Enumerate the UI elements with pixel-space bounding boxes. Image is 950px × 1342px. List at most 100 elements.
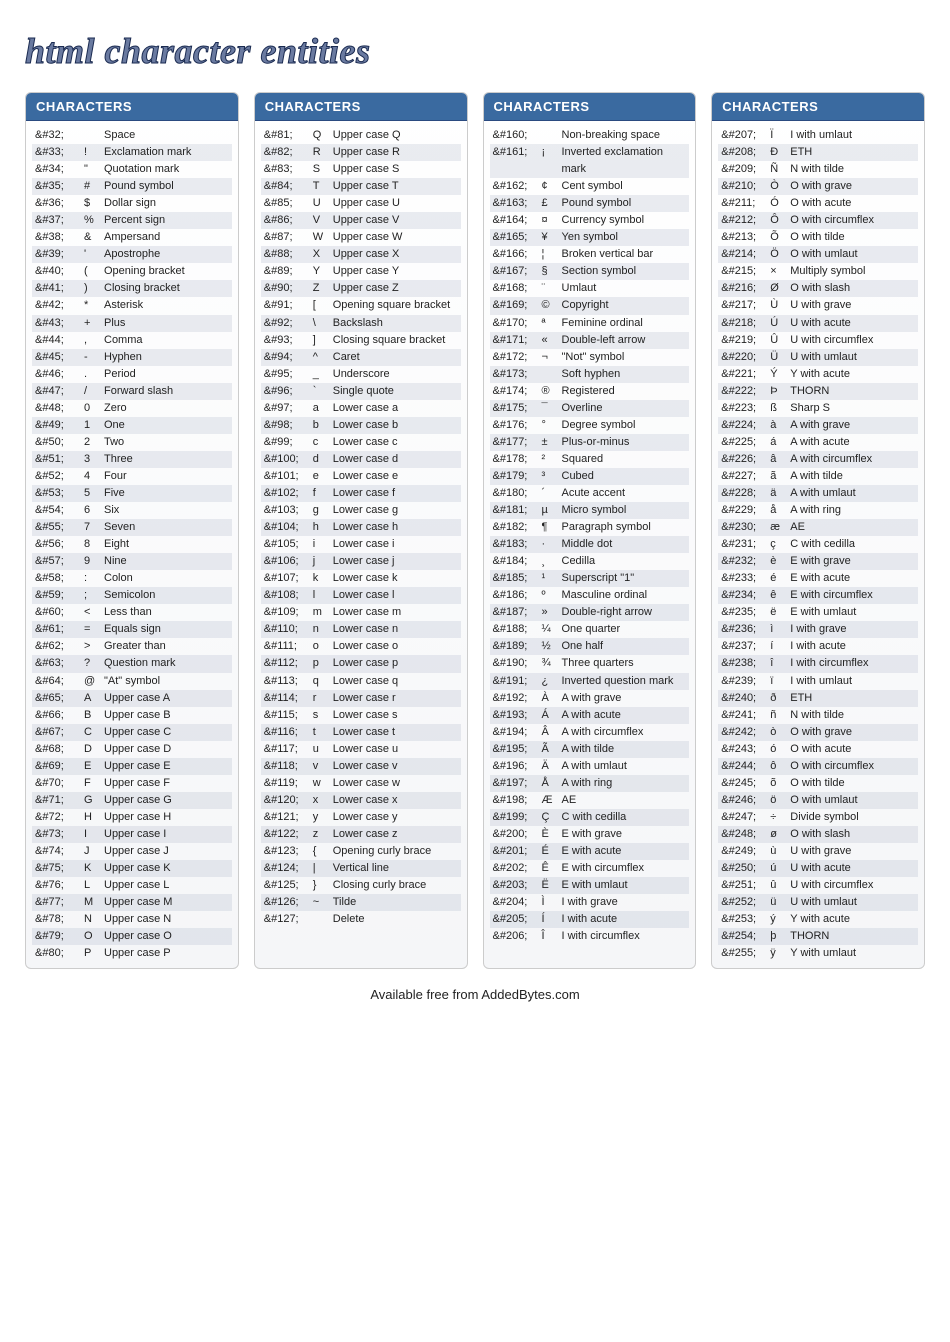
entity-description: Asterisk bbox=[104, 297, 232, 314]
entity-char: ¸ bbox=[542, 553, 562, 570]
entity-code: &#234; bbox=[718, 587, 770, 604]
table-row: &#212;ÔO with circumflex bbox=[718, 212, 918, 229]
entity-char: º bbox=[542, 587, 562, 604]
table-row: &#104;hLower case h bbox=[261, 519, 461, 536]
table-row: &#58;:Colon bbox=[32, 570, 232, 587]
table-row: &#198;ÆAE bbox=[490, 792, 690, 809]
entity-char: Ô bbox=[770, 212, 790, 229]
entity-code: &#245; bbox=[718, 775, 770, 792]
entity-description: Overline bbox=[562, 400, 690, 417]
table-row: &#185;¹Superscript "1" bbox=[490, 570, 690, 587]
entity-code: &#212; bbox=[718, 212, 770, 229]
table-row: &#170;ªFeminine ordinal bbox=[490, 315, 690, 332]
table-row: &#227;ãA with tilde bbox=[718, 468, 918, 485]
table-row: &#34;"Quotation mark bbox=[32, 161, 232, 178]
entity-description: A with circumflex bbox=[562, 724, 690, 741]
entity-code: &#237; bbox=[718, 638, 770, 655]
entity-description: Lower case s bbox=[333, 707, 461, 724]
entity-code: &#48; bbox=[32, 400, 84, 417]
entity-char: ò bbox=[770, 724, 790, 741]
table-row: &#169;©Copyright bbox=[490, 297, 690, 314]
entity-description: Percent sign bbox=[104, 212, 232, 229]
entity-char: ³ bbox=[542, 468, 562, 485]
entity-description: Sharp S bbox=[790, 400, 918, 417]
entity-code: &#68; bbox=[32, 741, 84, 758]
entity-description: Currency symbol bbox=[562, 212, 690, 229]
table-row: &#127; Delete bbox=[261, 911, 461, 928]
entity-char: G bbox=[84, 792, 104, 809]
table-row: &#211;ÓO with acute bbox=[718, 195, 918, 212]
entity-description: Upper case E bbox=[104, 758, 232, 775]
entity-code: &#248; bbox=[718, 826, 770, 843]
table-row: &#43;+Plus bbox=[32, 315, 232, 332]
entity-char: Ó bbox=[770, 195, 790, 212]
table-row: &#161;¡Inverted exclamation mark bbox=[490, 144, 690, 178]
table-row: &#202;ÊE with circumflex bbox=[490, 860, 690, 877]
table-row: &#95;_Underscore bbox=[261, 366, 461, 383]
table-row: &#204;ÌI with grave bbox=[490, 894, 690, 911]
entity-description: Comma bbox=[104, 332, 232, 349]
entity-char: Î bbox=[542, 928, 562, 945]
entity-code: &#161; bbox=[490, 144, 542, 161]
entity-description: Feminine ordinal bbox=[562, 315, 690, 332]
table-row: &#183;·Middle dot bbox=[490, 536, 690, 553]
table-row: &#240;ðETH bbox=[718, 690, 918, 707]
entity-char: z bbox=[313, 826, 333, 843]
column: CHARACTERS&#207;ÏI with umlaut&#208;ÐETH… bbox=[711, 92, 925, 969]
table-row: &#65;AUpper case A bbox=[32, 690, 232, 707]
entity-description: ETH bbox=[790, 690, 918, 707]
table-row: &#48;0Zero bbox=[32, 400, 232, 417]
entity-description: One half bbox=[562, 638, 690, 655]
entity-char: W bbox=[313, 229, 333, 246]
entity-code: &#74; bbox=[32, 843, 84, 860]
entity-description: Lower case x bbox=[333, 792, 461, 809]
entity-description: Lower case e bbox=[333, 468, 461, 485]
entity-char: ù bbox=[770, 843, 790, 860]
entity-code: &#119; bbox=[261, 775, 313, 792]
table-row: &#45;-Hyphen bbox=[32, 349, 232, 366]
entity-description: Upper case T bbox=[333, 178, 461, 195]
entity-description: Delete bbox=[333, 911, 461, 928]
entity-code: &#222; bbox=[718, 383, 770, 400]
entity-code: &#250; bbox=[718, 860, 770, 877]
entity-code: &#75; bbox=[32, 860, 84, 877]
entity-char: : bbox=[84, 570, 104, 587]
table-row: &#191;¿Inverted question mark bbox=[490, 673, 690, 690]
entity-char: þ bbox=[770, 928, 790, 945]
entity-code: &#96; bbox=[261, 383, 313, 400]
entity-description: Upper case O bbox=[104, 928, 232, 945]
entity-char: c bbox=[313, 434, 333, 451]
table-row: &#62;>Greater than bbox=[32, 638, 232, 655]
table-row: &#111;oLower case o bbox=[261, 638, 461, 655]
table-row: &#102;fLower case f bbox=[261, 485, 461, 502]
entity-char: t bbox=[313, 724, 333, 741]
entity-code: &#171; bbox=[490, 332, 542, 349]
entity-description: Space bbox=[104, 127, 232, 144]
entity-code: &#36; bbox=[32, 195, 84, 212]
entity-char: Ê bbox=[542, 860, 562, 877]
table-row: &#119;wLower case w bbox=[261, 775, 461, 792]
entity-code: &#109; bbox=[261, 604, 313, 621]
entity-char: ^ bbox=[313, 349, 333, 366]
table-row: &#231;çC with cedilla bbox=[718, 536, 918, 553]
table-row: &#207;ÏI with umlaut bbox=[718, 127, 918, 144]
entity-code: &#235; bbox=[718, 604, 770, 621]
entity-code: &#50; bbox=[32, 434, 84, 451]
entity-char: } bbox=[313, 877, 333, 894]
entity-code: &#56; bbox=[32, 536, 84, 553]
table-row: &#247;÷Divide symbol bbox=[718, 809, 918, 826]
table-row: &#187;»Double-right arrow bbox=[490, 604, 690, 621]
table-row: &#57;9Nine bbox=[32, 553, 232, 570]
entity-description: E with umlaut bbox=[790, 604, 918, 621]
table-row: &#181;µMicro symbol bbox=[490, 502, 690, 519]
entity-char: È bbox=[542, 826, 562, 843]
table-row: &#66;BUpper case B bbox=[32, 707, 232, 724]
entity-code: &#104; bbox=[261, 519, 313, 536]
entity-code: &#85; bbox=[261, 195, 313, 212]
entity-char: â bbox=[770, 451, 790, 468]
column-header: CHARACTERS bbox=[484, 93, 696, 121]
table-row: &#114;rLower case r bbox=[261, 690, 461, 707]
table-row: &#184;¸Cedilla bbox=[490, 553, 690, 570]
entity-char: ê bbox=[770, 587, 790, 604]
table-row: &#84;TUpper case T bbox=[261, 178, 461, 195]
